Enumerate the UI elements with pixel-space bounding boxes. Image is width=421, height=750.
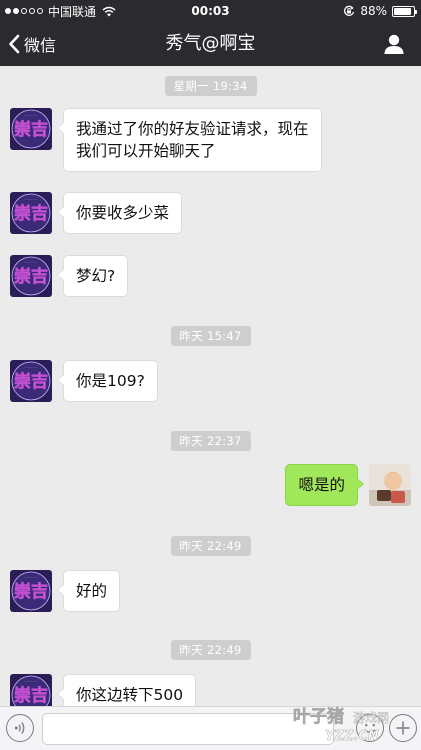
avatar-photo [369, 464, 411, 506]
signal-dot [13, 8, 19, 14]
message-text-line: 我们可以开始聊天了 [76, 142, 216, 160]
avatar-logo: 崇吉 · · · · · [10, 360, 52, 402]
contact-avatar[interactable]: 崇吉 · · · · · [10, 674, 52, 706]
input-bar [0, 706, 421, 750]
signal-dot [29, 8, 35, 14]
battery-icon [392, 5, 417, 17]
message-text: 你是109? [76, 372, 145, 390]
chat-title: 秀气@啊宝 [165, 33, 256, 54]
message-text-line: 我通过了你的好友验证请求，现在 [76, 120, 309, 138]
my-avatar[interactable] [369, 464, 411, 506]
message-text: 嗯是的 [298, 476, 345, 494]
signal-strength-icon [5, 8, 43, 14]
message-text: 你这边转下500 [76, 686, 184, 704]
message-bubble[interactable]: 你是109? [57, 360, 158, 402]
signal-dot [37, 8, 43, 14]
svg-text:崇吉: 崇吉 [14, 372, 48, 392]
message-bubble[interactable]: 好的 [56, 570, 121, 612]
wifi-icon [102, 6, 116, 16]
svg-text:崇吉: 崇吉 [14, 120, 48, 140]
message-input[interactable] [42, 713, 334, 745]
message-list[interactable]: 星期一 19:34 崇吉 · · · · · 我通过了你的好友验证请求，现在 我们可以开… [0, 66, 421, 706]
svg-text:· · · · ·: · · · · · [25, 260, 36, 265]
contact-avatar[interactable]: 崇吉 · · · · · [10, 192, 52, 234]
message-text: 你要收多少菜 [76, 204, 170, 222]
carrier-name: 中国联通 [48, 4, 97, 19]
message-bubble[interactable]: 我通过了你的好友验证请求，现在 我们可以开始聊天了 [57, 108, 322, 172]
person-icon[interactable] [383, 33, 405, 55]
avatar-logo: 崇吉 · · · · · [10, 192, 52, 234]
contact-avatar[interactable]: 崇吉 · · · · · [10, 108, 52, 150]
contact-avatar[interactable]: 崇吉 · · · · · [10, 255, 52, 297]
voice-icon[interactable] [6, 714, 34, 742]
avatar-logo: 崇吉 · · · · · [10, 108, 52, 150]
svg-text:崇吉: 崇吉 [14, 582, 48, 602]
svg-text:· · · · ·: · · · · · [25, 197, 36, 202]
signal-dot [5, 8, 11, 14]
svg-text:· · · · ·: · · · · · [25, 575, 36, 580]
back-label: 微信 [24, 36, 57, 55]
message-bubble[interactable]: 嗯是的 [285, 464, 364, 506]
message-text: 梦幻? [76, 267, 116, 285]
contact-avatar[interactable]: 崇吉 · · · · · [10, 570, 52, 612]
timestamp-label: 昨天 22:49 [170, 640, 251, 660]
battery-percent: 88% [360, 4, 387, 18]
svg-text:崇吉: 崇吉 [14, 686, 48, 706]
timestamp-label: 昨天 15:47 [170, 326, 251, 346]
contact-avatar[interactable]: 崇吉 · · · · · [10, 360, 52, 402]
svg-text:· · · · ·: · · · · · [25, 365, 36, 370]
signal-dot [21, 8, 27, 14]
rotation-lock-icon [344, 5, 355, 16]
avatar-logo: 崇吉 · · · · · [10, 674, 52, 706]
message-text: 好的 [76, 582, 108, 600]
timestamp-label: 星期一 19:34 [164, 76, 257, 96]
timestamp-label: 昨天 22:49 [170, 536, 251, 556]
message-bubble[interactable]: 梦幻? [56, 255, 129, 297]
chat-screen: 中国联通 00:03 88% 微信 秀气@啊宝 星期一 19:34 崇吉 · ·… [0, 0, 421, 750]
status-bar: 中国联通 00:03 88% [0, 0, 421, 22]
svg-text:崇吉: 崇吉 [14, 267, 48, 287]
svg-text:· · · · ·: · · · · · [25, 679, 36, 684]
status-right: 88% [343, 0, 417, 22]
battery-fill [394, 7, 411, 15]
svg-text:崇吉: 崇吉 [14, 204, 48, 224]
smiley-icon[interactable] [356, 714, 384, 742]
avatar-logo: 崇吉 · · · · · [10, 255, 52, 297]
message-bubble[interactable]: 你要收多少菜 [56, 192, 183, 234]
timestamp-label: 昨天 22:37 [170, 431, 251, 451]
avatar-logo: 崇吉 · · · · · [10, 570, 52, 612]
plus-icon[interactable] [389, 714, 417, 742]
message-bubble[interactable]: 你这边转下500 [56, 674, 197, 706]
svg-text:· · · · ·: · · · · · [25, 113, 36, 118]
chevron-left-icon [9, 34, 20, 54]
back-button[interactable]: 微信 [8, 22, 56, 66]
nav-bar: 微信 秀气@啊宝 [0, 22, 421, 66]
